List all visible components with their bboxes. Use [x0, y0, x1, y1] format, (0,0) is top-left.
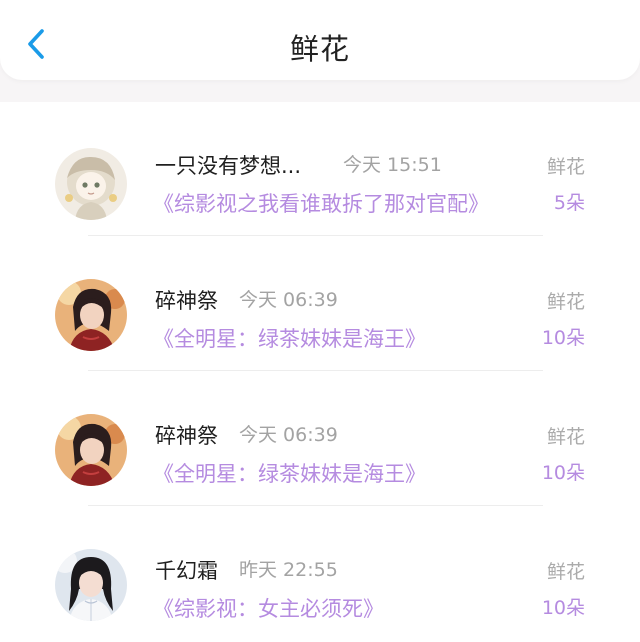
book-title-link[interactable]: 《全明星：绿茶妹妹是海王》: [153, 458, 426, 488]
gift-count: 10朵: [541, 462, 585, 484]
sender-name[interactable]: 碎神祭: [155, 420, 218, 450]
gift-time: 今天 15:51: [343, 154, 442, 176]
gift-type-label: 鲜花: [546, 291, 585, 313]
book-title-link[interactable]: 《全明星：绿茶妹妹是海王》: [153, 323, 426, 353]
sender-name[interactable]: 一只没有梦想...: [155, 150, 301, 180]
avatar[interactable]: [55, 148, 127, 220]
book-title-link[interactable]: 《综影视：女主必须死》: [153, 593, 384, 623]
gift-type-label: 鲜花: [546, 426, 585, 448]
page-title: 鲜花: [289, 32, 350, 66]
divider: [88, 370, 543, 371]
gift-time: 今天 06:39: [239, 424, 338, 446]
gift-time: 昨天 22:55: [239, 559, 338, 581]
list-item[interactable]: 一只没有梦想... 今天 15:51 《综影视之我看谁敢拆了那对官配》 鲜花 5…: [0, 102, 640, 237]
list-item[interactable]: 碎神祭 今天 06:39 《全明星：绿茶妹妹是海王》 鲜花 10朵: [0, 237, 640, 372]
gift-type-label: 鲜花: [546, 561, 585, 583]
gift-count: 5朵: [553, 192, 585, 214]
sender-name[interactable]: 碎神祭: [155, 285, 218, 315]
book-title-link[interactable]: 《综影视之我看谁敢拆了那对官配》: [153, 188, 489, 218]
page: 鲜花 一只没有梦想... 今天 15:51 《综影视之我看谁敢拆了那对官配》 鲜…: [0, 0, 640, 642]
list-item[interactable]: 碎神祭 今天 06:39 《全明星：绿茶妹妹是海王》 鲜花 10朵: [0, 372, 640, 507]
list-item[interactable]: 千幻霜 昨天 22:55 《综影视：女主必须死》 鲜花 10朵: [0, 507, 640, 642]
avatar[interactable]: [55, 549, 127, 621]
flower-gift-list: 一只没有梦想... 今天 15:51 《综影视之我看谁敢拆了那对官配》 鲜花 5…: [0, 102, 640, 642]
top-bar: 鲜花: [0, 0, 640, 80]
divider: [88, 235, 543, 236]
sender-name[interactable]: 千幻霜: [155, 555, 218, 585]
divider: [88, 505, 543, 506]
gift-count: 10朵: [541, 327, 585, 349]
gift-count: 10朵: [541, 597, 585, 619]
avatar[interactable]: [55, 279, 127, 351]
avatar[interactable]: [55, 414, 127, 486]
gift-time: 今天 06:39: [239, 289, 338, 311]
gift-type-label: 鲜花: [546, 156, 585, 178]
